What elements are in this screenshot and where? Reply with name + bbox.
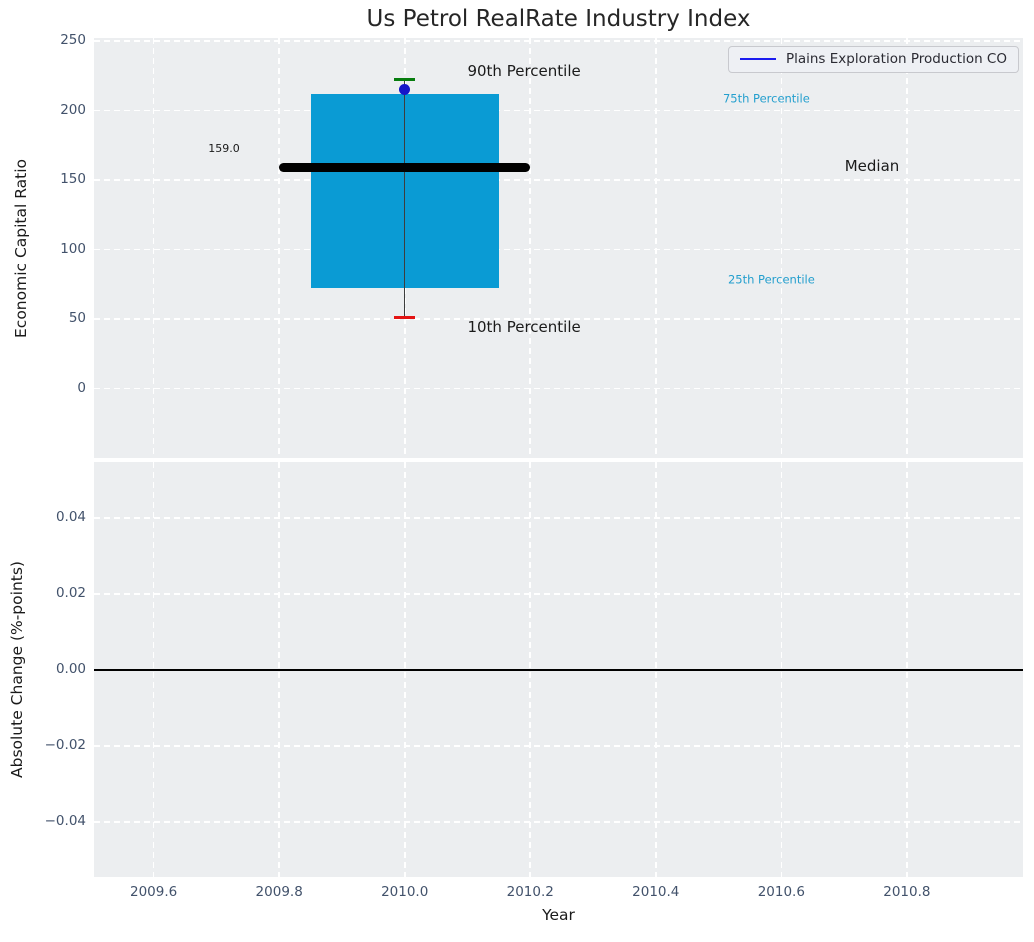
x-tick-label: 2009.6 — [130, 884, 178, 900]
gridline-horizontal — [94, 517, 1023, 519]
x-tick-label: 2010.6 — [757, 884, 805, 900]
gridline-horizontal — [94, 821, 1023, 823]
y-tick-label: −0.02 — [44, 737, 86, 754]
chart-title: Us Petrol RealRate Industry Index — [366, 6, 751, 32]
annotation-75th-percentile: 75th Percentile — [722, 91, 810, 106]
annotation-median: Median — [844, 156, 900, 175]
whisker-line — [404, 79, 406, 318]
whisker-cap-10th — [394, 316, 416, 319]
median-line — [279, 162, 531, 172]
x-tick-label: 2010.0 — [381, 884, 429, 900]
legend-line-icon — [739, 58, 776, 60]
x-tick-label: 2010.2 — [506, 884, 554, 900]
annotation-90th-percentile: 90th Percentile — [467, 62, 581, 81]
gridline-horizontal — [94, 387, 1023, 390]
y-tick-label: −0.04 — [44, 813, 86, 830]
y-axis-label-bottom: Absolute Change (%-points) — [8, 561, 26, 778]
y-tick-label: 0.04 — [55, 509, 86, 526]
annotation-159-0: 159.0 — [208, 141, 240, 155]
gridline-horizontal — [94, 745, 1023, 747]
whisker-cap-90th — [394, 78, 416, 81]
x-tick-label: 2010.4 — [632, 884, 680, 900]
x-tick-label: 2010.8 — [883, 884, 931, 900]
legend: Plains Exploration Production CO — [727, 46, 1019, 73]
annotation-25th-percentile: 25th Percentile — [727, 272, 815, 287]
y-tick-label: 250 — [60, 32, 86, 49]
annotation-10th-percentile: 10th Percentile — [467, 318, 581, 337]
legend-label: Plains Exploration Production CO — [785, 51, 1007, 67]
gridline-horizontal — [94, 39, 1023, 42]
x-axis-label: Year — [542, 906, 575, 924]
y-tick-label: 0.02 — [55, 585, 86, 602]
y-tick-label: 150 — [60, 171, 86, 188]
y-tick-label: 0 — [77, 379, 86, 396]
gridline-horizontal — [94, 248, 1023, 251]
figure: Us Petrol RealRate Industry Index Econom… — [0, 0, 1034, 942]
gridline-horizontal — [94, 109, 1023, 112]
y-tick-label: 100 — [60, 240, 86, 257]
gridline-horizontal — [94, 179, 1023, 181]
y-tick-label: 0.00 — [55, 661, 86, 678]
x-tick-label: 2009.8 — [255, 884, 303, 900]
zero-line — [94, 669, 1023, 671]
gridline-horizontal — [94, 593, 1023, 595]
y-tick-label: 200 — [60, 101, 86, 118]
y-tick-label: 50 — [68, 310, 86, 327]
